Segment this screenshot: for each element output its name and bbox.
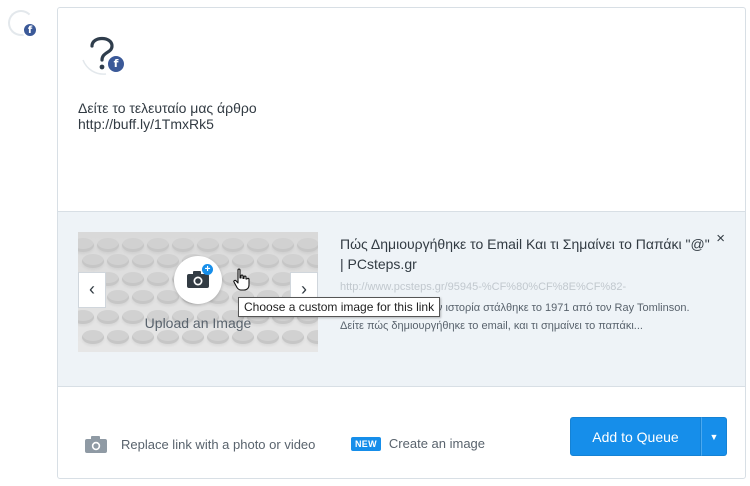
upload-image-label: Upload an Image [144, 315, 252, 331]
remove-attachment-close-icon[interactable]: × [716, 230, 725, 247]
side-profile-avatar[interactable]: f [6, 8, 38, 40]
post-text-line: Δείτε το τελευταίο μας άρθρο [78, 100, 257, 116]
hand-cursor-icon [233, 268, 250, 291]
create-image-label: Create an image [388, 436, 486, 451]
add-to-queue-button[interactable]: Add to Queue [570, 417, 701, 456]
facebook-icon: f [106, 54, 126, 74]
create-image-button[interactable]: NEW Create an image [351, 436, 485, 451]
link-title[interactable]: Πώς Δημιουργήθηκε το Email Και τι Σημαίν… [340, 234, 710, 274]
camera-icon [85, 436, 107, 453]
new-badge: NEW [351, 436, 381, 451]
post-text-line: http://buff.ly/1TmxRk5 [78, 116, 214, 132]
queue-options-chevron-down-icon[interactable]: ▼ [701, 417, 727, 456]
add-to-queue-group: Add to Queue ▼ [570, 417, 727, 456]
composer-footer: Replace link with a photo or video NEW C… [58, 388, 745, 478]
post-text-area[interactable]: Δείτε το τελευταίο μας άρθρο http://buff… [78, 100, 257, 132]
replace-link-with-media-button[interactable]: Replace link with a photo or video [85, 436, 315, 453]
previous-image-button[interactable]: ‹ [78, 272, 106, 308]
post-composer: f Δείτε το τελευταίο μας άρθρο http://bu… [57, 7, 746, 479]
upload-image-button[interactable]: + [174, 256, 222, 304]
replace-link-label: Replace link with a photo or video [121, 437, 316, 452]
link-url: http://www.pcsteps.gr/95945-%CF%80%CF%8E… [340, 281, 627, 293]
facebook-icon: f [22, 22, 38, 38]
profile-avatar[interactable]: f [80, 30, 126, 76]
upload-image-tooltip: Choose a custom image for this link [238, 297, 441, 317]
link-thumbnail: ‹ › + Upload an Image [78, 232, 318, 352]
link-preview-info: Πώς Δημιουργήθηκε το Email Και τι Σημαίν… [340, 234, 710, 335]
plus-icon: + [202, 264, 213, 275]
